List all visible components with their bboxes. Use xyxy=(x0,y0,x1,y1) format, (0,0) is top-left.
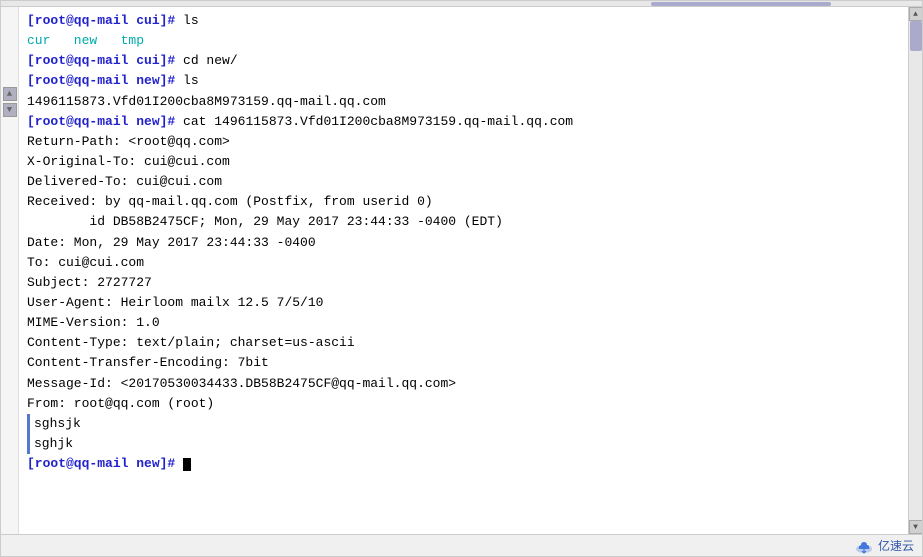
terminal-line: Message-Id: <20170530034433.DB58B2475CF@… xyxy=(27,374,900,394)
terminal-line: Received: by qq-mail.qq.com (Postfix, fr… xyxy=(27,192,900,212)
scroll-up-button[interactable]: ▲ xyxy=(909,7,923,21)
command-text: cd new/ xyxy=(183,53,238,68)
command-text: ls xyxy=(183,73,199,88)
scroll-thumb[interactable] xyxy=(910,21,922,51)
terminal-line: [root@qq-mail new]# cat 1496115873.Vfd01… xyxy=(27,112,900,132)
command-text: ls xyxy=(183,13,199,28)
terminal-line: From: root@qq.com (root) xyxy=(27,394,900,414)
accented-line: sghsjk xyxy=(27,414,900,434)
prompt-prefix: [root@qq-mail new]# xyxy=(27,73,183,88)
terminal-line: X-Original-To: cui@cui.com xyxy=(27,152,900,172)
accented-line: sghjk xyxy=(27,434,900,454)
vertical-scrollbar[interactable]: ▲ ▼ xyxy=(908,7,922,534)
terminal-line: [root@qq-mail new]# ls xyxy=(27,71,900,91)
terminal-line: Return-Path: <root@qq.com> xyxy=(27,132,900,152)
command-text: cat 1496115873.Vfd01I200cba8M973159.qq-m… xyxy=(183,114,573,129)
gutter-arrow-down[interactable]: ▼ xyxy=(3,103,17,117)
scroll-down-button[interactable]: ▼ xyxy=(909,520,923,534)
terminal-body: ▲ ▼ [root@qq-mail cui]# lscur new tmp[ro… xyxy=(1,7,922,534)
brand-name: 亿速云 xyxy=(878,537,914,554)
terminal-window: ▲ ▼ [root@qq-mail cui]# lscur new tmp[ro… xyxy=(0,0,923,557)
cloud-icon xyxy=(854,536,874,556)
prompt-prefix: [root@qq-mail new]# xyxy=(27,456,183,471)
terminal-line: id DB58B2475CF; Mon, 29 May 2017 23:44:3… xyxy=(27,212,900,232)
bottom-bar: 亿速云 xyxy=(1,534,922,556)
terminal-line: Subject: 2727727 xyxy=(27,273,900,293)
terminal-line: [root@qq-mail cui]# cd new/ xyxy=(27,51,900,71)
terminal-line: To: cui@cui.com xyxy=(27,253,900,273)
terminal-line: MIME-Version: 1.0 xyxy=(27,313,900,333)
prompt-prefix: [root@qq-mail cui]# xyxy=(27,53,183,68)
terminal-line: cur new tmp xyxy=(27,31,900,51)
terminal-line: [root@qq-mail cui]# ls xyxy=(27,11,900,31)
terminal-line: 1496115873.Vfd01I200cba8M973159.qq-mail.… xyxy=(27,92,900,112)
terminal-line: Content-Transfer-Encoding: 7bit xyxy=(27,353,900,373)
terminal-line: [root@qq-mail new]# xyxy=(27,454,900,474)
prompt-prefix: [root@qq-mail new]# xyxy=(27,114,183,129)
horizontal-scrollbar-thumb[interactable] xyxy=(651,2,831,6)
cursor xyxy=(183,458,191,471)
terminal-line: Delivered-To: cui@cui.com xyxy=(27,172,900,192)
prompt-prefix: [root@qq-mail cui]# xyxy=(27,13,183,28)
terminal-content[interactable]: [root@qq-mail cui]# lscur new tmp[root@q… xyxy=(19,7,908,534)
terminal-line: Date: Mon, 29 May 2017 23:44:33 -0400 xyxy=(27,233,900,253)
gutter-arrow-up[interactable]: ▲ xyxy=(3,87,17,101)
terminal-line: User-Agent: Heirloom mailx 12.5 7/5/10 xyxy=(27,293,900,313)
left-gutter: ▲ ▼ xyxy=(1,7,19,534)
brand-logo: 亿速云 xyxy=(854,536,914,556)
scroll-track[interactable] xyxy=(909,21,922,520)
terminal-line: Content-Type: text/plain; charset=us-asc… xyxy=(27,333,900,353)
